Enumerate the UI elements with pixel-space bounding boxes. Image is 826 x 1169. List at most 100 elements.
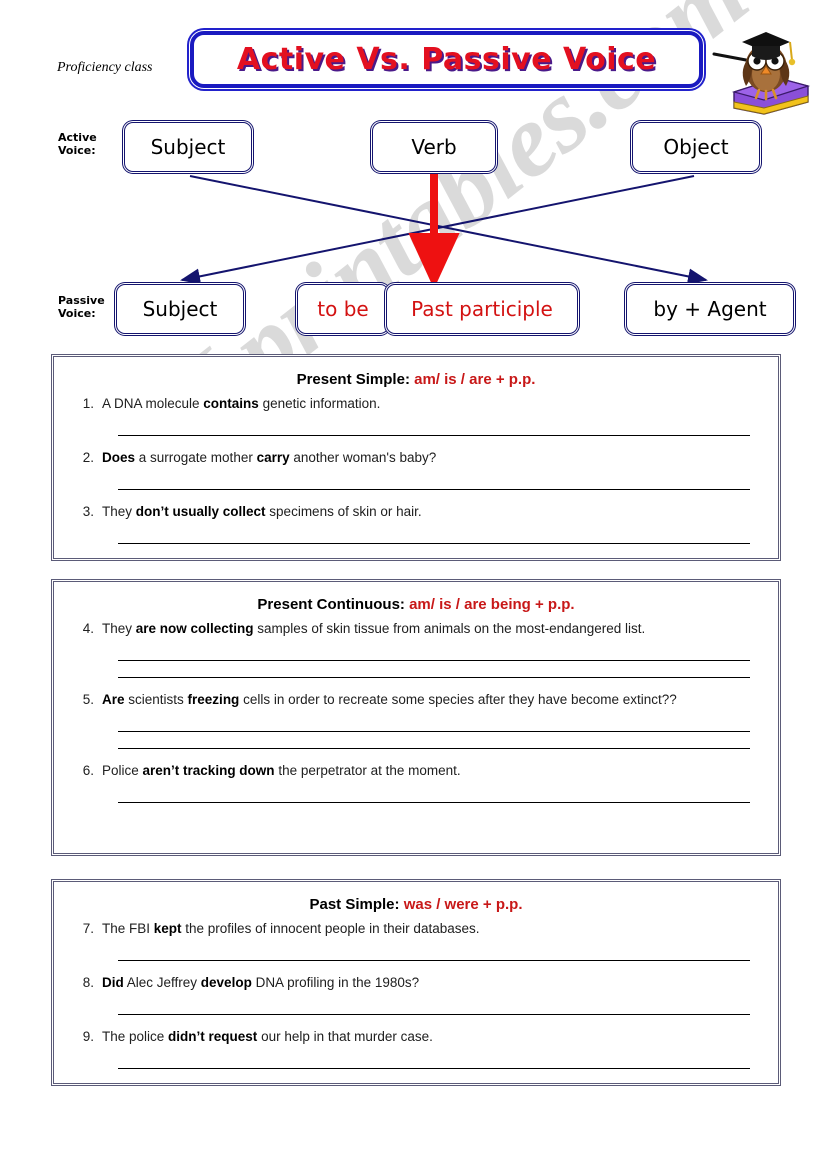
diagram-box-label: Past participle [411, 297, 553, 321]
exercise-item: 8. Did Alec Jeffrey develop DNA profiling… [54, 973, 778, 1027]
exercise-item-row: 5. Are scientists freezing cells in order… [70, 690, 764, 711]
section-tense-label: Present Simple: [296, 371, 415, 388]
exercise-item: 6. Police aren’t tracking down the perpet… [54, 761, 778, 815]
diagram-box-label: Subject [142, 297, 218, 321]
exercise-section: Present Simple: am/ is / are + p.p. 1. A D… [53, 356, 779, 559]
section-heading: Past Simple: was / were + p.p. [54, 896, 778, 913]
sentence-text: They [102, 621, 136, 636]
sentence-verb-phrase: contains [203, 396, 259, 411]
exercise-item: 2. Does a surrogate mother carry another … [54, 448, 778, 502]
diagram-box-subject-passive: Subject [116, 284, 244, 334]
sentence-verb-phrase: don’t usually collect [135, 503, 266, 519]
exercise-item-number: 5. [82, 691, 94, 707]
sentence-verb-phrase: carry [256, 449, 290, 465]
arrow-subject-to-agent [189, 175, 708, 285]
exercise-item-row: 3. They don’t usually collect specimens o… [70, 502, 764, 523]
section-heading: Present Simple: am/ is / are + p.p. [54, 371, 778, 388]
exercise-item-sentence: Police aren’t tracking down the perpetra… [102, 761, 764, 782]
diagram-box-label-agent: + Agent [677, 297, 767, 321]
diagram-box-label: by + Agent [653, 297, 766, 321]
exercise-item-sentence: The FBI kept the profiles of innocent pe… [102, 919, 764, 940]
sentence-verb-phrase: are now collecting [135, 621, 254, 636]
worksheet-page: ESLprintables.com Proficiency class Acti… [0, 0, 826, 1169]
diagram-box-label: Subject [150, 135, 226, 159]
section-formula: am/ is / are + p.p. [414, 371, 536, 388]
section-tense-label: Present Continuous: [257, 596, 410, 613]
sentence-text: Police [102, 762, 143, 778]
sentence-text: They [102, 503, 136, 519]
exercise-item: 5. Are scientists freezing cells in order… [54, 690, 778, 761]
sentence-text: our help in that murder case. [257, 1028, 433, 1044]
worksheet-header: Proficiency class Active Vs. Passive Voi… [0, 0, 826, 118]
sentence-text: specimens of skin or hair. [265, 503, 422, 519]
exercise-item: 4. They are now collecting samples of ski… [54, 619, 778, 690]
sentence-verb-phrase: kept [153, 921, 182, 936]
exercise-item-number: 3. [82, 503, 94, 519]
sentence-text: another woman's baby? [289, 449, 437, 465]
sentence-text: A DNA molecule [102, 396, 204, 411]
exercise-item-number: 6. [82, 762, 94, 778]
owl-graduate-icon [712, 32, 811, 115]
page-title: Active Vs. Passive Voice [236, 42, 657, 77]
exercise-item-row: 1. A DNA molecule contains genetic inform… [70, 394, 764, 415]
exercise-item-sentence: A DNA molecule contains genetic informat… [102, 394, 764, 415]
sentence-text: cells in order to recreate some species … [239, 691, 677, 707]
sentence-verb-phrase: Did [102, 974, 124, 990]
section-formula: was / were + p.p. [403, 896, 523, 913]
diagram-box-past-participle: Past participle [386, 284, 578, 334]
sentence-text: genetic information. [258, 396, 381, 411]
course-label: Proficiency class [57, 60, 153, 75]
voice-structure-diagram: Active Voice: Passive Voice: Subject Ver… [0, 110, 826, 350]
sentence-text: scientists [124, 691, 188, 707]
exercise-item-row: 6. Police aren’t tracking down the perpet… [70, 761, 764, 782]
sentence-text: The police [102, 1028, 169, 1044]
exercise-item-sentence: They don’t usually collect specimens of … [102, 502, 764, 523]
exercise-item-number: 8. [82, 974, 94, 990]
sentence-text: a surrogate mother [135, 449, 257, 465]
diagram-box-by-agent: by + Agent [626, 284, 794, 334]
exercise-item-number: 7. [82, 921, 94, 936]
sentence-text: DNA profiling in the 1980s? [251, 974, 420, 990]
sentence-verb-phrase: aren’t tracking down [142, 762, 275, 778]
exercise-item: 7. The FBI kept the profiles of innocent … [54, 919, 778, 973]
exercise-item-number: 9. [82, 1028, 94, 1044]
section-heading: Present Continuous: am/ is / are being +… [54, 596, 778, 613]
exercise-item-sentence: Did Alec Jeffrey develop DNA profiling i… [102, 973, 764, 994]
sentence-text: samples of skin tissue from animals on t… [253, 621, 646, 636]
sentence-verb-phrase: Does [102, 449, 136, 465]
sentence-verb-phrase: didn’t request [168, 1028, 258, 1044]
section-tense-label: Past Simple: [309, 896, 404, 913]
exercise-item-sentence: The police didn’t request our help in th… [102, 1027, 764, 1048]
exercise-item-sentence: Does a surrogate mother carry another wo… [102, 448, 764, 469]
exercise-item-row: 8. Did Alec Jeffrey develop DNA profiling… [70, 973, 764, 994]
title-banner: Active Vs. Passive Voice [190, 31, 703, 88]
sentence-text: The FBI [102, 921, 154, 936]
exercise-item-row: 9. The police didn’t request our help in … [70, 1027, 764, 1048]
exercise-item-sentence: Are scientists freezing cells in order t… [102, 690, 764, 711]
section-formula: am/ is / are being + p.p. [409, 596, 575, 613]
sentence-text: the profiles of innocent people in their… [181, 921, 480, 936]
diagram-box-label: to be [317, 297, 369, 321]
diagram-box-subject-active: Subject [124, 122, 252, 172]
sentence-verb-phrase: develop [200, 974, 252, 990]
exercise-item: 3. They don’t usually collect specimens o… [54, 502, 778, 556]
diagram-box-verb: Verb [372, 122, 496, 172]
